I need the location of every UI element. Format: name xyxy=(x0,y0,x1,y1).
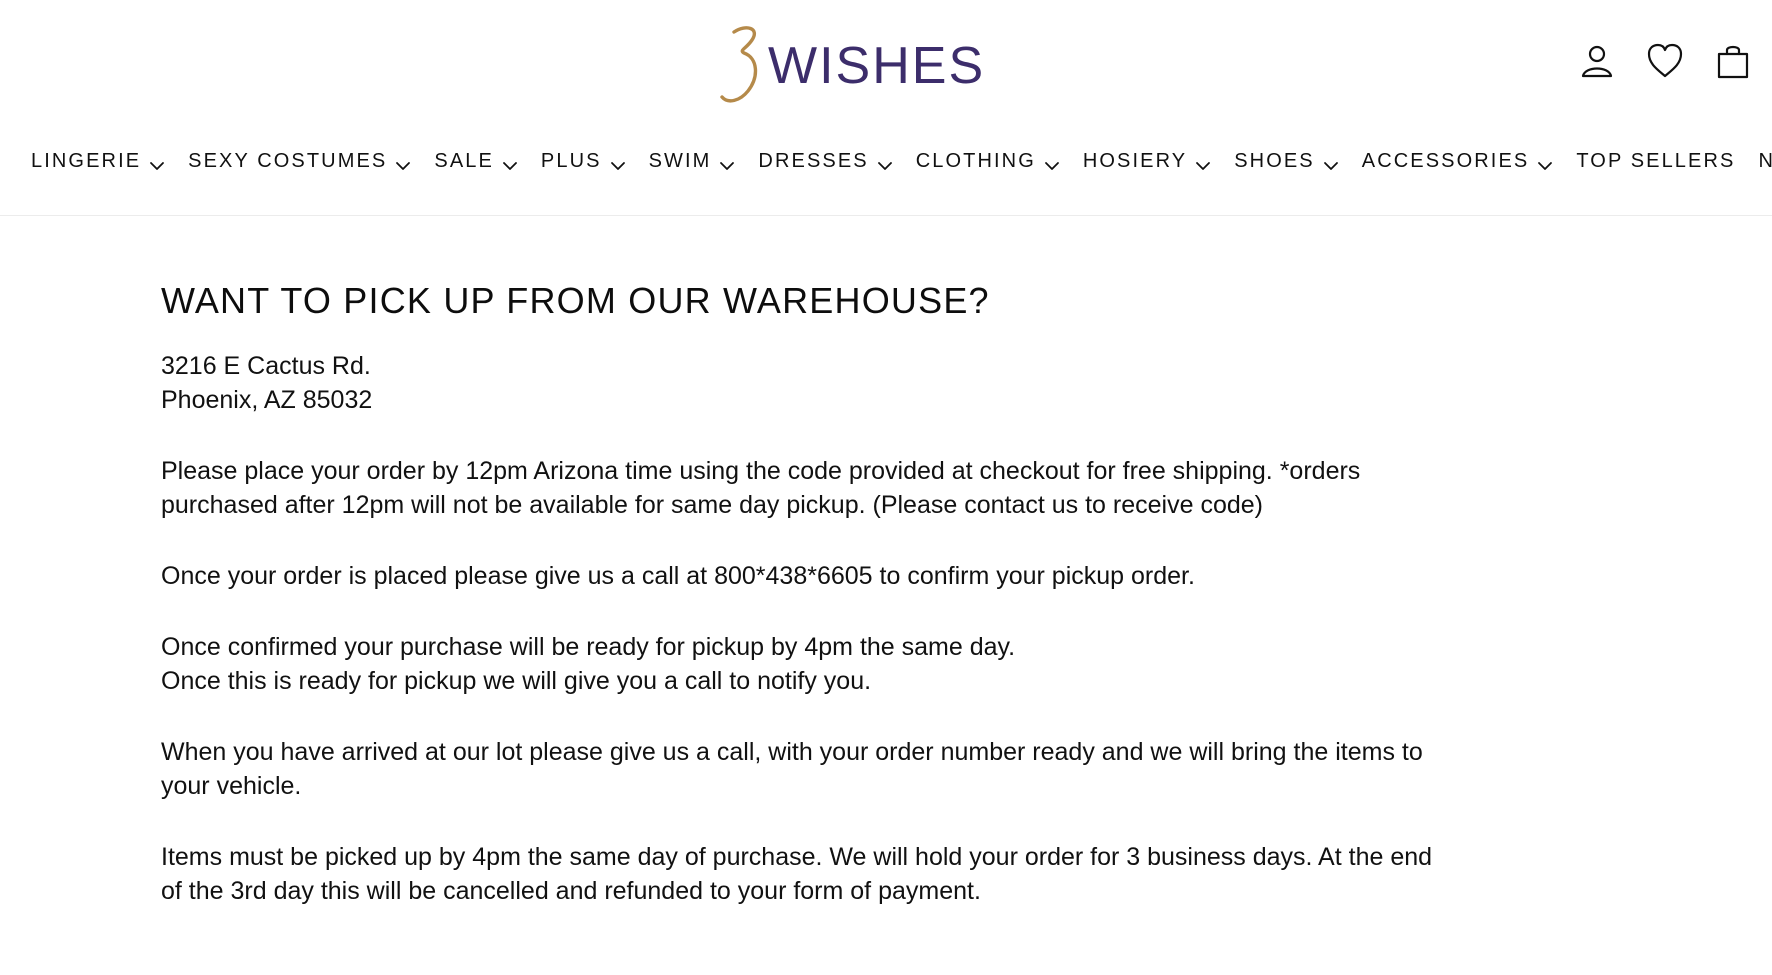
nav-label: PLUS xyxy=(540,149,602,172)
nav-label: HOSIERY xyxy=(1082,149,1188,172)
hold-policy-line-1: Items must be picked up by 4pm the same … xyxy=(161,843,1433,871)
nav-label: CLOTHING xyxy=(915,149,1036,172)
nav-item-hosiery[interactable]: HOSIERY xyxy=(1083,144,1211,178)
ready-line-1: Once confirmed your purchase will be rea… xyxy=(161,633,1016,661)
order-deadline-line-1: Please place your order by 12pm Arizona … xyxy=(161,457,1361,485)
chevron-down-icon xyxy=(610,155,626,170)
header-actions xyxy=(1578,42,1752,80)
chevron-down-icon xyxy=(1195,155,1211,170)
user-icon xyxy=(1581,45,1613,78)
nav-label: LINGERIE xyxy=(31,149,142,172)
nav-item-new[interactable]: NEW xyxy=(1758,144,1772,178)
wishlist-button[interactable] xyxy=(1646,42,1684,80)
hold-policy-line-2: of the 3rd day this will be cancelled an… xyxy=(161,877,981,905)
nav-label: SWIM xyxy=(648,149,712,172)
nav-item-clothing[interactable]: CLOTHING xyxy=(916,144,1060,178)
account-button[interactable] xyxy=(1578,42,1616,80)
chevron-down-icon xyxy=(1537,155,1553,170)
hold-policy-text: Items must be picked up by 4pm the same … xyxy=(161,840,1556,908)
address-line-2: Phoenix, AZ 85032 xyxy=(161,386,373,414)
chevron-down-icon xyxy=(1044,155,1060,170)
nav-item-plus[interactable]: PLUS xyxy=(541,144,626,178)
heart-icon xyxy=(1647,43,1683,78)
three-logo-mark-icon xyxy=(720,26,758,103)
chevron-down-icon xyxy=(395,155,411,170)
chevron-down-icon xyxy=(149,155,165,170)
chevron-down-icon xyxy=(877,155,893,170)
nav-label: SEXY COSTUMES xyxy=(188,149,388,172)
ready-line-2: Once this is ready for pickup we will gi… xyxy=(161,667,872,695)
cart-button[interactable] xyxy=(1714,42,1752,80)
brand-wordmark: WISHES xyxy=(768,37,986,95)
arrival-line-2: your vehicle. xyxy=(161,772,302,800)
nav-item-shoes[interactable]: SHOES xyxy=(1234,144,1339,178)
confirmation-call-line: Once your order is placed please give us… xyxy=(161,562,1195,590)
nav-item-sale[interactable]: SALE xyxy=(434,144,518,178)
nav-label: SHOES xyxy=(1234,149,1315,172)
nav-item-lingerie[interactable]: LINGERIE xyxy=(31,144,165,178)
brand-logo[interactable]: WISHES xyxy=(716,22,985,104)
site-header: WISHES LINGERIE SEXY COSTUMES SALE PLUS … xyxy=(0,0,1772,216)
nav-label: NEW xyxy=(1758,149,1772,172)
address-line-1: 3216 E Cactus Rd. xyxy=(161,352,371,380)
nav-label: TOP SELLERS xyxy=(1576,149,1736,172)
chevron-down-icon xyxy=(502,155,518,170)
nav-item-sexy-costumes[interactable]: SEXY COSTUMES xyxy=(188,144,411,178)
nav-label: SALE xyxy=(434,149,494,172)
nav-item-top-sellers[interactable]: TOP SELLERS xyxy=(1576,144,1735,178)
nav-item-swim[interactable]: SWIM xyxy=(649,144,736,178)
chevron-down-icon xyxy=(719,155,735,170)
nav-item-dresses[interactable]: DRESSES xyxy=(758,144,892,178)
shopping-bag-icon xyxy=(1717,45,1749,79)
ready-for-pickup-text: Once confirmed your purchase will be rea… xyxy=(161,630,1556,698)
order-deadline-line-2: purchased after 12pm will not be availab… xyxy=(161,491,1263,519)
warehouse-address: 3216 E Cactus Rd. Phoenix, AZ 85032 xyxy=(161,349,1556,417)
order-deadline-text: Please place your order by 12pm Arizona … xyxy=(161,454,1556,522)
arrival-instructions-text: When you have arrived at our lot please … xyxy=(161,735,1556,803)
arrival-line-1: When you have arrived at our lot please … xyxy=(161,738,1423,766)
main-navigation: LINGERIE SEXY COSTUMES SALE PLUS SWIM DR… xyxy=(31,144,1772,178)
nav-item-accessories[interactable]: ACCESSORIES xyxy=(1362,144,1554,178)
page-title: WANT TO PICK UP FROM OUR WAREHOUSE? xyxy=(161,280,990,321)
pickup-info-content: WANT TO PICK UP FROM OUR WAREHOUSE? 3216… xyxy=(161,278,1556,908)
nav-label: DRESSES xyxy=(758,149,869,172)
nav-label: ACCESSORIES xyxy=(1361,149,1530,172)
chevron-down-icon xyxy=(1323,155,1339,170)
confirmation-call-text: Once your order is placed please give us… xyxy=(161,559,1556,593)
